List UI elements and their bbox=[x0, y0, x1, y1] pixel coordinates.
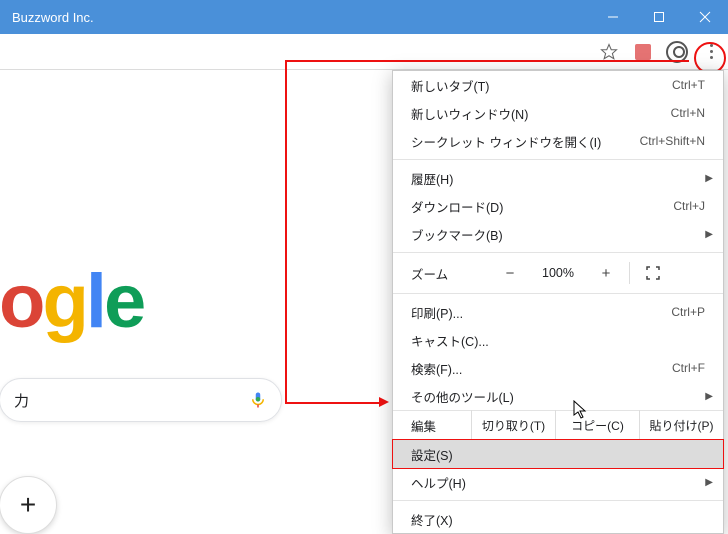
zoom-out-button[interactable]: − bbox=[487, 265, 533, 282]
zoom-value: 100% bbox=[533, 266, 583, 280]
chevron-right-icon: ▶ bbox=[705, 391, 713, 402]
minimize-button[interactable] bbox=[590, 0, 636, 34]
chevron-right-icon: ▶ bbox=[705, 173, 713, 184]
menu-edit-row: 編集 切り取り(T) コピー(C) 貼り付け(P) bbox=[393, 410, 723, 440]
annotation-line bbox=[285, 402, 381, 404]
menu-more-tools[interactable]: その他のツール(L)▶ bbox=[393, 382, 723, 410]
window-title: Buzzword Inc. bbox=[12, 10, 590, 25]
menu-find[interactable]: 検索(F)...Ctrl+F bbox=[393, 354, 723, 382]
browser-toolbar bbox=[0, 34, 728, 70]
menu-bookmarks[interactable]: ブックマーク(B)▶ bbox=[393, 220, 723, 248]
annotation-arrowhead bbox=[379, 397, 389, 407]
menu-copy[interactable]: コピー(C) bbox=[555, 410, 639, 440]
extension-icon[interactable] bbox=[626, 37, 660, 67]
menu-downloads[interactable]: ダウンロード(D)Ctrl+J bbox=[393, 192, 723, 220]
mic-icon[interactable] bbox=[249, 389, 267, 411]
annotation-line bbox=[285, 60, 689, 62]
menu-exit[interactable]: 終了(X) bbox=[393, 505, 723, 533]
chevron-right-icon: ▶ bbox=[705, 229, 713, 240]
maximize-button[interactable] bbox=[636, 0, 682, 34]
menu-help[interactable]: ヘルプ(H)▶ bbox=[393, 468, 723, 496]
menu-new-tab[interactable]: 新しいタブ(T)Ctrl+T bbox=[393, 71, 723, 99]
add-shortcut-button[interactable]: + bbox=[0, 476, 57, 534]
close-button[interactable] bbox=[682, 0, 728, 34]
menu-new-window[interactable]: 新しいウィンドウ(N)Ctrl+N bbox=[393, 99, 723, 127]
chevron-right-icon: ▶ bbox=[705, 477, 713, 488]
zoom-in-button[interactable]: + bbox=[583, 265, 629, 282]
search-bar[interactable]: 力 bbox=[0, 378, 282, 422]
menu-settings[interactable]: 設定(S) bbox=[392, 439, 724, 469]
menu-cast[interactable]: キャスト(C)... bbox=[393, 326, 723, 354]
search-text: 力 bbox=[14, 390, 249, 411]
titlebar: Buzzword Inc. bbox=[0, 0, 728, 34]
fullscreen-button[interactable] bbox=[630, 266, 676, 280]
menu-cut[interactable]: 切り取り(T) bbox=[471, 410, 555, 440]
profile-icon[interactable] bbox=[660, 37, 694, 67]
annotation-line bbox=[285, 60, 287, 402]
menu-zoom-row: ズーム − 100% + bbox=[393, 257, 723, 289]
menu-print[interactable]: 印刷(P)...Ctrl+P bbox=[393, 298, 723, 326]
chrome-menu: 新しいタブ(T)Ctrl+T 新しいウィンドウ(N)Ctrl+N シークレット … bbox=[392, 70, 724, 534]
menu-paste[interactable]: 貼り付け(P) bbox=[639, 410, 723, 440]
menu-incognito[interactable]: シークレット ウィンドウを開く(I)Ctrl+Shift+N bbox=[393, 127, 723, 155]
menu-history[interactable]: 履歴(H)▶ bbox=[393, 164, 723, 192]
bookmark-star-icon[interactable] bbox=[592, 37, 626, 67]
menu-dots-icon[interactable] bbox=[694, 37, 728, 67]
google-logo: ogle bbox=[0, 258, 143, 345]
